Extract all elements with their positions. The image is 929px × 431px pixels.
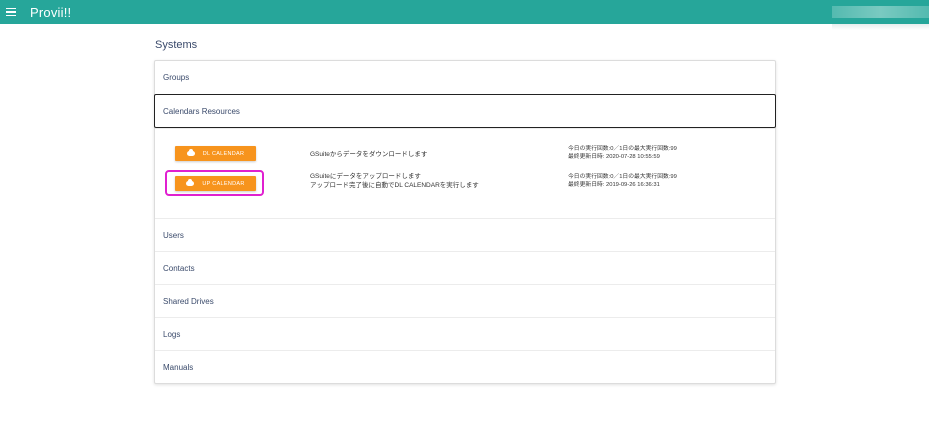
calendars-resources-content: DL CALENDAR GSuiteからデータをダウンロードします 今日の実行回… <box>155 128 775 218</box>
cloud-upload-icon <box>186 179 195 186</box>
user-chip-shadow <box>832 24 929 30</box>
panel-item-label: Users <box>163 230 184 240</box>
up-calendar-description-2: アップロード完了後に自動でDL CALENDARを実行します <box>310 182 479 189</box>
panel-item-label: Contacts <box>163 263 195 273</box>
panel-item-contacts[interactable]: Contacts <box>155 251 775 284</box>
panel-item-label: Shared Drives <box>163 296 214 306</box>
dl-calendar-last-updated: 最終更新日時: 2020-07-28 10:55:59 <box>568 154 660 160</box>
panel-item-groups[interactable]: Groups <box>155 61 775 94</box>
dl-calendar-button[interactable]: DL CALENDAR <box>175 146 256 161</box>
hamburger-menu-icon[interactable] <box>6 0 28 24</box>
panel-item-users[interactable]: Users <box>155 218 775 251</box>
panel-item-manuals[interactable]: Manuals <box>155 350 775 383</box>
page-title: Systems <box>155 39 198 51</box>
panel-item-logs[interactable]: Logs <box>155 317 775 350</box>
panel-item-label: Logs <box>163 329 181 339</box>
up-calendar-run-count: 今日の実行回数:0／1日の最大実行回数:99 <box>568 174 677 180</box>
panel-item-shared-drives[interactable]: Shared Drives <box>155 284 775 317</box>
user-account-chip[interactable] <box>832 6 929 18</box>
up-calendar-description: GSuiteにデータをアップロードします <box>310 173 421 180</box>
dl-calendar-run-count: 今日の実行回数:0／1日の最大実行回数:99 <box>568 146 677 152</box>
dl-calendar-description: GSuiteからデータをダウンロードします <box>310 151 428 158</box>
dl-calendar-label: DL CALENDAR <box>202 150 245 157</box>
systems-panel: Groups Calendars Resources DL CALENDAR G… <box>154 60 776 384</box>
up-calendar-button[interactable]: UP CALENDAR <box>175 176 256 191</box>
up-calendar-label: UP CALENDAR <box>202 180 245 187</box>
panel-item-label: Groups <box>163 73 190 82</box>
cloud-download-icon <box>186 149 195 156</box>
panel-item-calendars-resources[interactable]: Calendars Resources <box>154 94 776 128</box>
app-title: Provii!! <box>30 4 72 20</box>
panel-item-label: Manuals <box>163 362 194 372</box>
panel-item-label: Calendars Resources <box>163 106 240 116</box>
top-app-bar: Provii!! <box>0 0 929 24</box>
up-calendar-last-updated: 最終更新日時: 2019-09-26 16:36:31 <box>568 182 660 188</box>
